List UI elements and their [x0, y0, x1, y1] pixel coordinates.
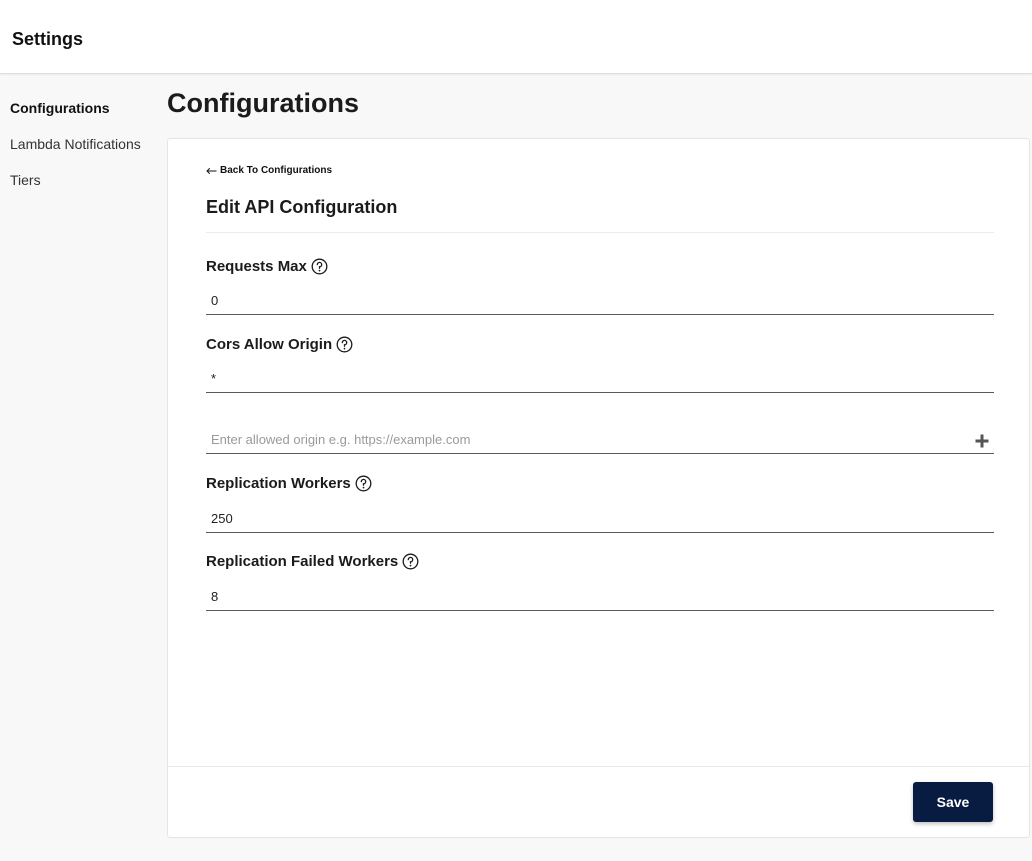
replication-failed-workers-label-text: Replication Failed Workers — [206, 553, 399, 570]
replication-failed-workers-label: Replication Failed Workers — [206, 553, 419, 570]
sidebar-item-lambda-notifications[interactable]: Lambda Notifications — [10, 136, 141, 152]
cors-allow-origin-label-text: Cors Allow Origin — [206, 336, 333, 353]
sidebar-item-configurations[interactable]: Configurations — [10, 100, 110, 116]
replication-workers-input[interactable] — [206, 505, 994, 533]
new-allowed-origin-input[interactable] — [206, 426, 994, 454]
cors-allow-origin-input[interactable] — [206, 365, 994, 393]
question-circle-icon[interactable] — [402, 553, 419, 570]
arrow-left-icon — [206, 167, 217, 174]
sidebar-item-tiers[interactable]: Tiers — [10, 172, 41, 188]
requests-max-input[interactable] — [206, 287, 994, 315]
plus-icon[interactable] — [974, 433, 990, 449]
footer-divider — [168, 766, 1029, 767]
replication-failed-workers-input[interactable] — [206, 583, 994, 611]
back-link-label: Back To Configurations — [220, 165, 333, 176]
config-panel: Back To Configurations Edit API Configur… — [167, 138, 1030, 838]
question-circle-icon[interactable] — [355, 475, 372, 492]
save-button[interactable]: Save — [913, 782, 993, 822]
replication-workers-label-text: Replication Workers — [206, 475, 351, 492]
cors-allow-origin-label: Cors Allow Origin — [206, 336, 353, 353]
replication-workers-label: Replication Workers — [206, 475, 372, 492]
app-title: Settings — [12, 29, 84, 49]
page-title: Configurations — [167, 88, 359, 118]
form-title: Edit API Configuration — [206, 197, 398, 217]
question-circle-icon[interactable] — [311, 258, 328, 275]
top-bar: Settings — [0, 0, 1032, 74]
requests-max-label-text: Requests Max — [206, 258, 307, 275]
divider — [206, 232, 994, 233]
requests-max-label: Requests Max — [206, 258, 328, 275]
back-to-configurations-link[interactable]: Back To Configurations — [206, 165, 332, 176]
question-circle-icon[interactable] — [336, 336, 353, 353]
